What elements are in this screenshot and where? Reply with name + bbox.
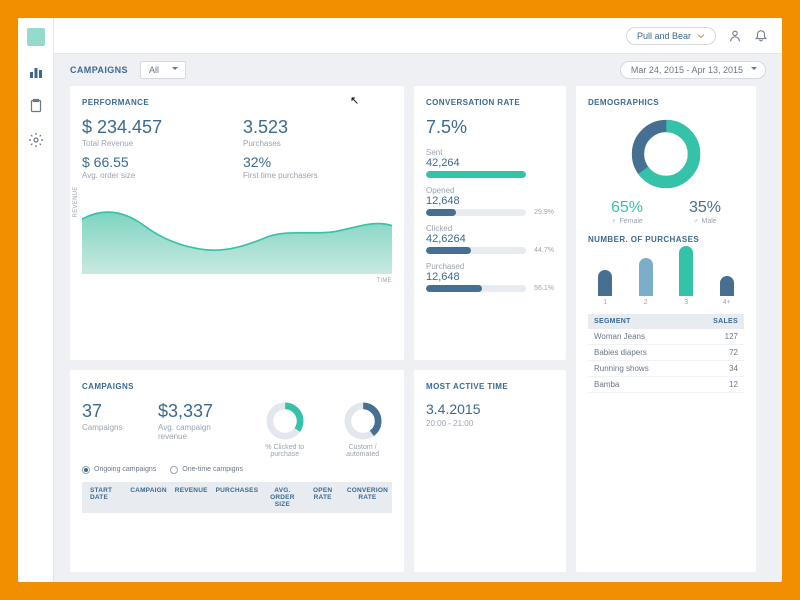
table-column: START DATE <box>82 482 126 513</box>
chart-xlabel: TIME <box>376 278 392 284</box>
main: Pull and Bear CAMPAIGNS All Mar 24, 2015… <box>54 18 782 582</box>
date-range-select[interactable]: Mar 24, 2015 - Apr 13, 2015 <box>620 61 766 79</box>
conversion-rows: Sent42,264 Opened12,64829.9% Clicked42,626… <box>426 148 554 292</box>
app-frame: Pull and Bear CAMPAIGNS All Mar 24, 2015… <box>18 18 782 582</box>
campaigns-table-header: START DATECAMPAIGNREVENUEPURCHASESAVG. O… <box>82 482 392 513</box>
bar-column: 1 <box>588 270 623 306</box>
table-column: PURCHASES <box>212 482 263 513</box>
content-grid: PERFORMANCE $ 234.457Total Revenue 3.523… <box>54 86 782 582</box>
ongoing-radio[interactable]: Ongoing campaigns <box>82 466 156 474</box>
segment-row: Bamba12 <box>588 377 744 393</box>
conversion-row: Purchased12,64856.1% <box>426 262 554 292</box>
conversion-card: CONVERSATION RATE 7.5% Sent42,264 Opened1… <box>414 86 566 360</box>
sidebar <box>18 18 54 582</box>
conversion-row: Sent42,264 <box>426 148 554 178</box>
total-revenue-value: $ 234.457 <box>82 117 231 138</box>
brand-selector-label: Pull and Bear <box>637 31 691 41</box>
onetime-radio[interactable]: One-time campigns <box>170 466 243 474</box>
avg-order-value: $ 66.55 <box>82 154 231 170</box>
onetime-label: One-time campigns <box>182 466 243 473</box>
bar-column: 4+ <box>710 276 745 306</box>
purchases-bars: 1234+ <box>588 250 744 306</box>
nav-settings-icon[interactable] <box>28 132 44 148</box>
table-column: AVG. ORDER SIZE <box>262 482 302 513</box>
filter-bar: CAMPAIGNS All Mar 24, 2015 - Apr 13, 201… <box>54 54 782 86</box>
segment-row: Running shows34 <box>588 361 744 377</box>
logo-icon <box>27 28 45 46</box>
demographics-card: DEMOGRAPHICS 65%♀ Female 35%♂ Male NUMBE… <box>576 86 756 572</box>
conversion-row: Clicked42,626444.7% <box>426 224 554 254</box>
table-column: OPEN RATE <box>303 482 343 513</box>
chart-ylabel: REVENUE <box>73 186 79 217</box>
purchases-label: Purchases <box>243 139 392 148</box>
custom-auto-donut: Custom / automated <box>333 401 392 458</box>
campaigns-card: CAMPAIGNS 37Campaigns $3,337Avg. campaig… <box>70 370 404 573</box>
bell-icon[interactable] <box>754 29 768 43</box>
female-label: ♀ Female <box>611 218 643 225</box>
performance-card: PERFORMANCE $ 234.457Total Revenue 3.523… <box>70 86 404 360</box>
avg-order-label: Avg. order size <box>82 171 231 180</box>
female-pct: 65% <box>611 199 643 217</box>
brand-selector[interactable]: Pull and Bear <box>626 27 716 45</box>
male-label: ♂ Male <box>689 218 721 225</box>
campaign-count-label: Campaigns <box>82 423 142 432</box>
segment-row: Woman Jeans127 <box>588 329 744 345</box>
demographics-donut <box>588 117 744 191</box>
nav-clipboard-icon[interactable] <box>28 98 44 114</box>
nav-analytics-icon[interactable] <box>28 64 44 80</box>
segment-header: SEGMENT <box>588 314 688 329</box>
male-pct: 35% <box>689 199 721 217</box>
first-time-value: 32% <box>243 154 392 170</box>
ongoing-label: Ongoing campaigns <box>94 466 156 473</box>
topbar: Pull and Bear <box>54 18 782 54</box>
total-revenue-label: Total Revenue <box>82 139 231 148</box>
most-active-card: MOST ACTIVE TIME 3.4.2015 20:00 - 21:00 <box>414 370 566 573</box>
first-time-label: First time purchasers <box>243 171 392 180</box>
campaigns-title: CAMPAIGNS <box>82 382 392 391</box>
clicked-purchase-donut: % Clicked to purchase <box>252 401 317 458</box>
segment-row: Babies diapers72 <box>588 345 744 361</box>
sales-header: SALES <box>688 314 744 329</box>
table-column: REVENUE <box>171 482 212 513</box>
campaign-count: 37 <box>82 401 142 422</box>
segment-table: SEGMENTSALES Woman Jeans127Babies diaper… <box>588 314 744 393</box>
table-column: CAMPAIGN <box>126 482 171 513</box>
user-icon[interactable] <box>728 29 742 43</box>
demographics-title: DEMOGRAPHICS <box>588 98 744 107</box>
purchases-value: 3.523 <box>243 117 392 138</box>
revenue-chart: REVENUE TIME <box>82 186 392 274</box>
donut2-label: Custom / automated <box>333 444 392 458</box>
campaign-filter-select[interactable]: All <box>140 61 186 79</box>
avg-campaign-revenue: $3,337 <box>158 401 236 422</box>
conversion-title: CONVERSATION RATE <box>426 98 554 107</box>
conversion-row: Opened12,64829.9% <box>426 186 554 216</box>
donut1-label: % Clicked to purchase <box>252 444 317 458</box>
performance-title: PERFORMANCE <box>82 98 392 107</box>
most-active-title: MOST ACTIVE TIME <box>426 382 554 391</box>
bar-column: 3 <box>669 246 704 306</box>
avg-campaign-label: Avg. campaign revenue <box>158 423 236 441</box>
purchases-chart-title: NUMBER. OF PURCHASES <box>588 235 744 244</box>
filter-label: CAMPAIGNS <box>70 65 128 75</box>
table-column: CONVERION RATE <box>343 482 392 513</box>
most-active-time: 20:00 - 21:00 <box>426 419 554 428</box>
conversion-rate: 7.5% <box>426 117 554 138</box>
bar-column: 2 <box>629 258 664 306</box>
most-active-date: 3.4.2015 <box>426 401 554 417</box>
